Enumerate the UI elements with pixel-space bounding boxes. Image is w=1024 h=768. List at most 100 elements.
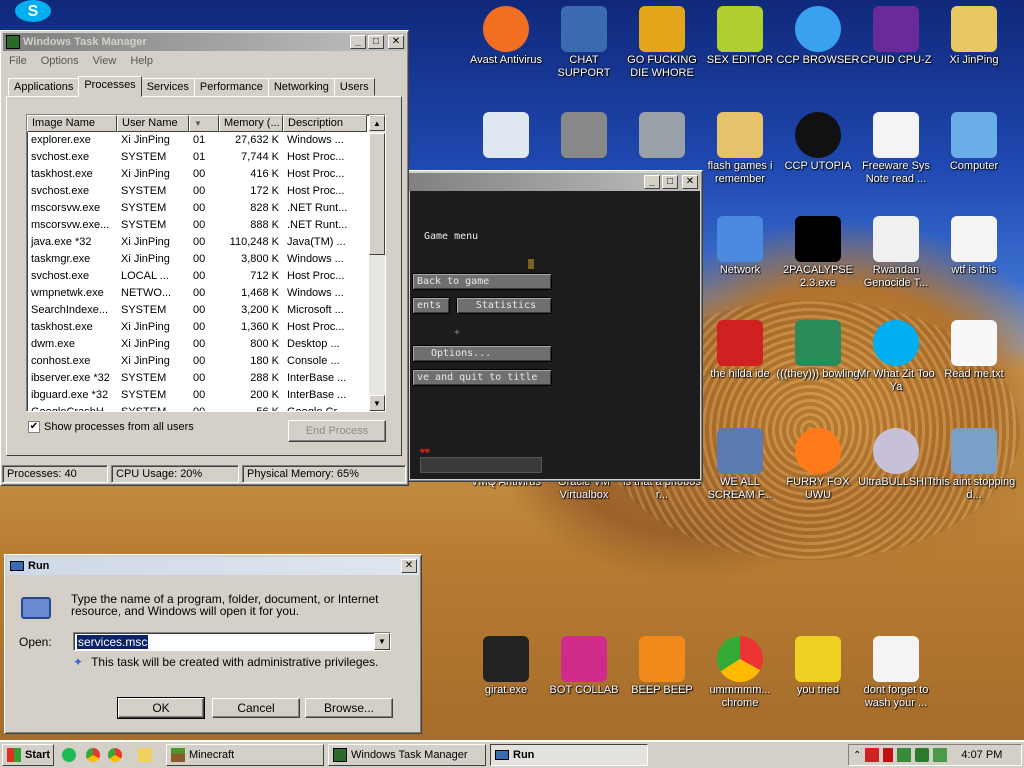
desktop-icon[interactable]: flash games i remember bbox=[698, 112, 782, 186]
desktop-icon[interactable]: GO FUCKING DIE WHORE bbox=[620, 6, 704, 80]
column-cpu[interactable]: ▼ bbox=[189, 115, 219, 132]
desktop-icon[interactable]: dont forget to wash your ... bbox=[854, 636, 938, 710]
desktop-icon[interactable]: Freeware Sys Note read ... bbox=[854, 112, 938, 186]
table-row[interactable]: ibguard.exe *32 SYSTEM 00 200 K InterBase ..… bbox=[27, 387, 385, 404]
spotify-icon[interactable] bbox=[62, 748, 76, 762]
volume-icon[interactable] bbox=[915, 748, 930, 762]
column-description[interactable]: Description bbox=[283, 115, 367, 132]
maximize-button[interactable]: □ bbox=[368, 35, 384, 49]
browse-button[interactable]: Browse... bbox=[305, 698, 393, 718]
red-flag-icon[interactable] bbox=[883, 748, 894, 762]
show-all-processes[interactable]: ✔ Show processes from all users bbox=[28, 421, 194, 433]
table-row[interactable]: svchost.exe SYSTEM 01 7,744 K Host Proc... bbox=[27, 149, 385, 166]
table-row[interactable]: java.exe *32 Xi JinPing 00 110,248 K Java(TM… bbox=[27, 234, 385, 251]
chevron-down-icon[interactable]: ▼ bbox=[374, 633, 390, 650]
statistics-button[interactable]: Statistics bbox=[456, 297, 552, 314]
menu-view[interactable]: View bbox=[93, 55, 117, 67]
desktop-icon[interactable]: girat.exe bbox=[464, 636, 548, 697]
scroll-thumb[interactable] bbox=[369, 133, 385, 255]
table-row[interactable]: SearchIndexe... SYSTEM 00 3,200 K Microsoft … bbox=[27, 302, 385, 319]
column-image-name[interactable]: Image Name bbox=[27, 115, 117, 132]
desktop-icon[interactable]: Network bbox=[698, 216, 782, 277]
desktop-icon[interactable]: the hilda ide bbox=[698, 320, 782, 381]
tab-networking[interactable]: Networking bbox=[267, 78, 335, 96]
clock[interactable]: 4:07 PM bbox=[961, 749, 1002, 761]
menu-help[interactable]: Help bbox=[130, 55, 153, 67]
desktop-icon[interactable]: Read me.txt bbox=[932, 320, 1016, 381]
column-user-name[interactable]: User Name bbox=[117, 115, 189, 132]
desktop-icon[interactable]: UltraBULLSHIT bbox=[854, 428, 938, 489]
taskbar-run[interactable]: Run bbox=[490, 744, 648, 766]
close-button[interactable]: ✕ bbox=[401, 559, 417, 573]
scroll-up-arrow[interactable]: ▲ bbox=[369, 115, 385, 131]
minecraft-titlebar[interactable]: _ □ ✕ bbox=[408, 173, 700, 191]
table-row[interactable]: explorer.exe Xi JinPing 01 27,632 K Windows … bbox=[27, 132, 385, 149]
close-button[interactable]: ✕ bbox=[388, 35, 404, 49]
back-to-game-button[interactable]: Back to game bbox=[412, 273, 552, 290]
desktop-icon[interactable]: Xi JinPing bbox=[932, 6, 1016, 67]
run-dialog[interactable]: Run ✕ Type the name of a program, folder… bbox=[4, 554, 422, 734]
chrome-icon[interactable] bbox=[86, 748, 100, 762]
table-row[interactable]: GoogleCrashH... SYSTEM 00 56 K Google Cr... bbox=[27, 404, 385, 411]
table-row[interactable]: taskhost.exe Xi JinPing 00 1,360 K Host Proc… bbox=[27, 319, 385, 336]
cancel-button[interactable]: Cancel bbox=[212, 698, 300, 718]
column-memory[interactable]: Memory (... bbox=[219, 115, 283, 132]
run-titlebar[interactable]: Run ✕ bbox=[7, 557, 419, 575]
open-combobox[interactable]: services.msc ▼ bbox=[73, 632, 391, 651]
maximize-button[interactable]: □ bbox=[662, 175, 678, 189]
network-icon[interactable] bbox=[897, 748, 912, 762]
desktop-icon[interactable]: Mr What Zit Too Ya bbox=[854, 320, 938, 394]
table-row[interactable]: conhost.exe Xi JinPing 00 180 K Console ... bbox=[27, 353, 385, 370]
desktop-icon[interactable]: ummmmm... chrome bbox=[698, 636, 782, 710]
desktop-icon[interactable]: Computer bbox=[932, 112, 1016, 173]
minimize-button[interactable]: _ bbox=[350, 35, 366, 49]
desktop-icon[interactable]: wtf is this bbox=[932, 216, 1016, 277]
tab-applications[interactable]: Applications bbox=[8, 78, 80, 96]
desktop-icon[interactable]: FURRY FOX UWU bbox=[776, 428, 860, 502]
table-row[interactable]: taskhost.exe Xi JinPing 00 416 K Host Proc..… bbox=[27, 166, 385, 183]
menu-file[interactable]: File bbox=[9, 55, 27, 67]
desktop-icon[interactable]: BOT COLLAB bbox=[542, 636, 626, 697]
table-row[interactable]: svchost.exe SYSTEM 00 172 K Host Proc... bbox=[27, 183, 385, 200]
desktop-icon[interactable]: CPUID CPU-Z bbox=[854, 6, 938, 67]
monitor-icon[interactable] bbox=[933, 748, 948, 762]
menu-options[interactable]: Options bbox=[41, 55, 79, 67]
table-row[interactable]: mscorsvw.exe SYSTEM 00 828 K .NET Runt... bbox=[27, 200, 385, 217]
desktop-icon[interactable]: CHAT SUPPORT bbox=[542, 6, 626, 80]
table-row[interactable]: svchost.exe LOCAL ... 00 712 K Host Proc... bbox=[27, 268, 385, 285]
table-row[interactable]: wmpnetwk.exe NETWO... 00 1,468 K Windows ... bbox=[27, 285, 385, 302]
taskbar-minecraft[interactable]: Minecraft bbox=[166, 744, 324, 766]
process-list[interactable]: Image Name User Name ▼ Memory (... Descr… bbox=[26, 114, 386, 412]
chrome-icon[interactable] bbox=[108, 748, 122, 762]
desktop-icon[interactable]: (((they))) bowling bbox=[776, 320, 860, 381]
tab-services[interactable]: Services bbox=[140, 78, 195, 96]
chevron-up-icon[interactable]: ⌃ bbox=[853, 750, 861, 761]
desktop-icon[interactable]: this aint stopping d... bbox=[932, 428, 1016, 502]
desktop-icon[interactable]: CCP UTOPIA bbox=[776, 112, 860, 173]
table-row[interactable]: dwm.exe Xi JinPing 00 800 K Desktop ... bbox=[27, 336, 385, 353]
desktop-icon[interactable]: SEX EDITOR bbox=[698, 6, 782, 67]
tab-processes[interactable]: Processes bbox=[78, 76, 142, 97]
desktop-icon[interactable]: 2PACALYPSE 2.3.exe bbox=[776, 216, 860, 290]
folder-icon[interactable] bbox=[138, 748, 152, 762]
desktop-icon-skype-partial[interactable]: S bbox=[8, 0, 58, 24]
flag-icon[interactable] bbox=[865, 748, 880, 762]
desktop-icon[interactable] bbox=[620, 112, 704, 160]
table-row[interactable]: taskmgr.exe Xi JinPing 00 3,800 K Windows ..… bbox=[27, 251, 385, 268]
desktop-icon[interactable]: Rwandan Genocide T... bbox=[854, 216, 938, 290]
tab-performance[interactable]: Performance bbox=[193, 78, 269, 96]
table-row[interactable]: ibserver.exe *32 SYSTEM 00 288 K InterBase .… bbox=[27, 370, 385, 387]
desktop-icon[interactable]: BEEP BEEP bbox=[620, 636, 704, 697]
desktop-icon[interactable]: Avast Antivirus bbox=[464, 6, 548, 67]
open-input[interactable]: services.msc bbox=[77, 634, 149, 649]
minecraft-game-area[interactable]: Game menu Back to game ents Statistics +… bbox=[410, 191, 700, 479]
save-and-quit-button[interactable]: ve and quit to title bbox=[412, 369, 552, 386]
task-manager-titlebar[interactable]: Windows Task Manager _ □ ✕ bbox=[3, 33, 406, 51]
show-all-checkbox[interactable]: ✔ bbox=[28, 421, 40, 433]
close-button[interactable]: ✕ bbox=[682, 175, 698, 189]
desktop-icon[interactable] bbox=[464, 112, 548, 160]
ok-button[interactable]: OK bbox=[117, 697, 205, 719]
desktop-icon[interactable]: you tried bbox=[776, 636, 860, 697]
taskbar-task-manager[interactable]: Windows Task Manager bbox=[328, 744, 486, 766]
achievements-button[interactable]: ents bbox=[412, 297, 450, 314]
